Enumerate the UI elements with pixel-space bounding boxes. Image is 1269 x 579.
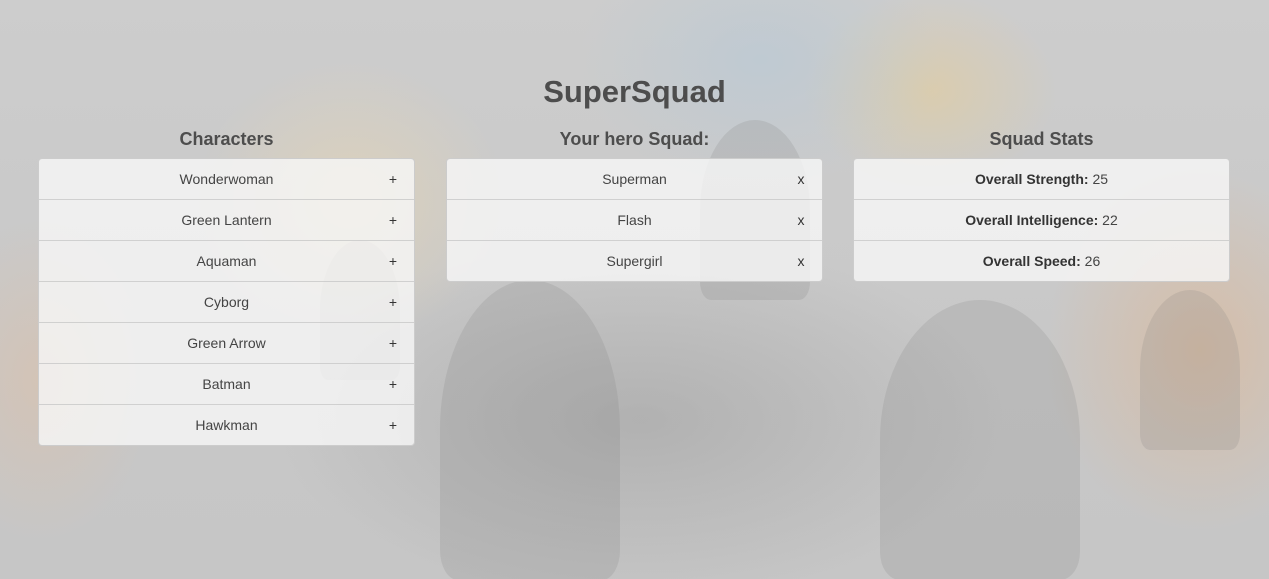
characters-list: Wonderwoman + Green Lantern + Aquaman + … <box>38 158 415 446</box>
stat-value: 22 <box>1102 212 1118 228</box>
squad-column: Your hero Squad: Superman x Flash x Supe… <box>446 126 823 282</box>
squad-member-name: Flash <box>617 212 652 228</box>
squad-member: Supergirl x <box>447 240 822 281</box>
add-character-button[interactable]: + <box>384 241 402 281</box>
character-item: Aquaman + <box>39 240 414 281</box>
squad-member: Superman x <box>447 159 822 199</box>
remove-hero-button[interactable]: x <box>792 159 810 199</box>
app-title: SuperSquad <box>543 74 726 109</box>
character-item: Cyborg + <box>39 281 414 322</box>
stat-label: Overall Speed: <box>982 253 1085 269</box>
character-name: Hawkman <box>195 417 258 433</box>
character-item: Batman + <box>39 363 414 404</box>
character-name: Aquaman <box>196 253 257 269</box>
add-character-button[interactable]: + <box>384 282 402 322</box>
stat-label: Overall Strength: <box>974 171 1093 187</box>
stat-row-intelligence: Overall Intelligence: 22 <box>854 199 1229 240</box>
stats-heading: Squad Stats <box>989 129 1094 149</box>
squad-heading: Your hero Squad: <box>559 129 710 149</box>
add-character-button[interactable]: + <box>384 405 402 445</box>
character-name: Green Lantern <box>181 212 272 228</box>
add-character-button[interactable]: + <box>384 200 402 240</box>
add-character-button[interactable]: + <box>384 364 402 404</box>
characters-column: Characters Wonderwoman + Green Lantern +… <box>38 126 415 446</box>
character-item: Hawkman + <box>39 404 414 445</box>
stat-value: 26 <box>1084 253 1101 269</box>
add-character-button[interactable]: + <box>384 159 402 199</box>
stats-list: Overall Strength: 25 Overall Intelligenc… <box>853 158 1230 282</box>
stat-row-speed: Overall Speed: 26 <box>854 240 1229 281</box>
stat-value: 25 <box>1092 171 1109 187</box>
squad-list: Superman x Flash x Supergirl x <box>446 158 823 282</box>
stats-column: Squad Stats Overall Strength: 25 Overall… <box>853 126 1230 282</box>
character-item: Green Arrow + <box>39 322 414 363</box>
character-name: Cyborg <box>203 294 250 310</box>
character-item: Green Lantern + <box>39 199 414 240</box>
remove-hero-button[interactable]: x <box>792 200 810 240</box>
character-item: Wonderwoman + <box>39 159 414 199</box>
squad-member-name: Supergirl <box>606 253 663 269</box>
character-name: Wonderwoman <box>179 171 274 187</box>
squad-member-name: Superman <box>602 171 667 187</box>
character-name: Batman <box>202 376 251 392</box>
stat-label: Overall Intelligence: <box>965 212 1103 228</box>
characters-heading: Characters <box>179 129 274 149</box>
stat-row-strength: Overall Strength: 25 <box>854 159 1229 199</box>
app-container: SuperSquad Characters Wonderwoman + Gree… <box>0 0 1269 579</box>
remove-hero-button[interactable]: x <box>792 241 810 281</box>
squad-member: Flash x <box>447 199 822 240</box>
add-character-button[interactable]: + <box>384 323 402 363</box>
character-name: Green Arrow <box>187 335 266 351</box>
